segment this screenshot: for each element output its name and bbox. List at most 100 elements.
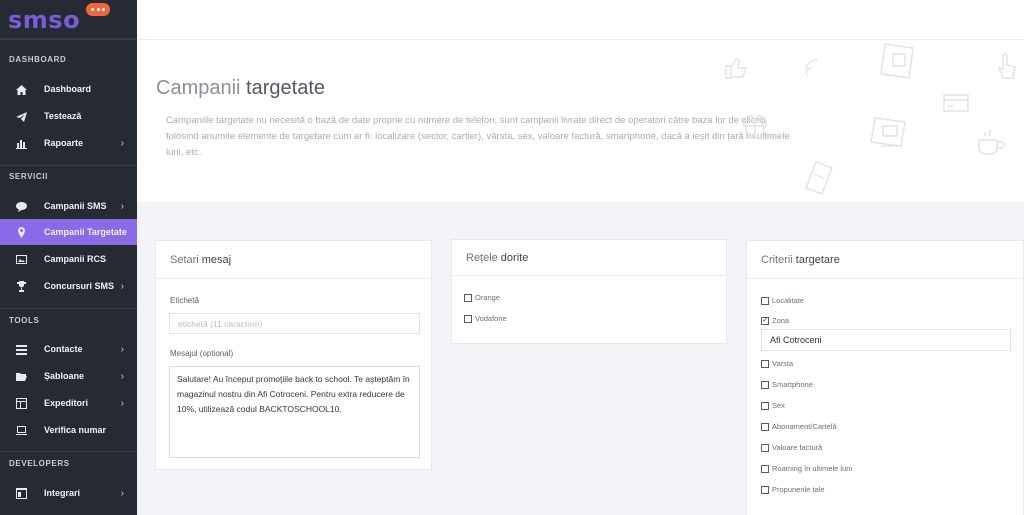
criteria-option-label: Smartphone: [772, 380, 813, 389]
tablet-touch-icon: [880, 43, 914, 79]
sidebar-item-label: Campanii Targetate: [44, 227, 127, 237]
sidebar-item-contacte[interactable]: Contacte ›: [0, 336, 137, 362]
sidebar-divider: [0, 39, 137, 40]
speech-bubble-icon: [14, 199, 28, 213]
criteria-option-label: Zona: [772, 316, 790, 325]
checkbox[interactable]: ✓: [761, 316, 769, 325]
home-icon: [14, 82, 28, 96]
map-pin-icon: [14, 225, 28, 239]
wifi-icon: [805, 59, 818, 77]
mobile-phone-icon: [805, 161, 833, 195]
credit-card-icon: [943, 94, 969, 112]
criteria-option-label: Sex: [772, 401, 785, 410]
chevron-right-icon: ›: [120, 137, 124, 149]
checkbox[interactable]: [761, 422, 769, 431]
sidebar-item-expeditori[interactable]: Expeditori ›: [0, 390, 137, 416]
criteria-option-label: Varsta: [772, 359, 794, 368]
page-title: Campanii targetate: [156, 77, 325, 99]
sidebar-divider: [0, 308, 137, 309]
chevron-right-icon: ›: [120, 343, 124, 355]
criteria-option[interactable]: Abonament/Cartelă: [761, 422, 837, 431]
sidebar-section-title: DASHBOARD: [9, 55, 67, 64]
criteria-option[interactable]: Valoare factură: [761, 443, 822, 452]
sidebar-item-rapoarte[interactable]: Rapoarte ›: [0, 130, 137, 156]
network-option[interactable]: Vodafone: [464, 314, 507, 323]
message-text: Salutare! Au început promoțiile back to …: [177, 374, 410, 414]
sidebar: smso DASHBOARD SERVICII TOOLS DEVELOPERS Das…: [0, 0, 137, 515]
chevron-right-icon: ›: [120, 280, 124, 292]
thumbs-up-icon: [725, 58, 747, 79]
sidebar-item-integrari[interactable]: Integrari ›: [0, 480, 137, 506]
image-icon: [14, 252, 28, 266]
label-input[interactable]: etichetă (11 caractere): [169, 313, 420, 334]
sidebar-item-label: Șabloane: [44, 371, 85, 381]
checkbox[interactable]: [464, 314, 472, 323]
monitor-icon: [870, 117, 906, 147]
criteria-option[interactable]: Propunerile tale: [761, 485, 825, 494]
checkbox[interactable]: [761, 443, 769, 452]
criteria-option-label: Valoare factură: [772, 443, 823, 452]
targeting-criteria-card: Criterii targetare Localitate ✓ Zona Varsta S…: [746, 240, 1024, 515]
criteria-option[interactable]: Roaming în ultimele luni: [761, 464, 852, 473]
sidebar-item-label: Verifica numar: [44, 425, 107, 435]
sidebar-divider: [0, 451, 137, 452]
paper-plane-icon: [14, 109, 28, 123]
chevron-right-icon: ›: [120, 370, 124, 382]
card-title: Criterii targetare: [747, 241, 1023, 279]
message-textarea[interactable]: Salutare! Au început promoțiile back to …: [169, 366, 420, 458]
sidebar-item-concursuri-sms[interactable]: Concursuri SMS ›: [0, 273, 137, 299]
trophy-icon: [14, 279, 28, 293]
coffee-cup-icon: [978, 130, 1005, 155]
sidebar-item-testeaza[interactable]: Testează: [0, 103, 137, 129]
message-settings-card: Setari mesaj Etichetă etichetă (11 caract…: [155, 240, 432, 470]
sidebar-item-sabloane[interactable]: Șabloane ›: [0, 363, 137, 389]
hero-banner: Campanii targetate Campaniile targetate …: [137, 40, 1024, 202]
criteria-option[interactable]: Smartphone: [761, 380, 813, 389]
sidebar-item-label: Testează: [44, 111, 82, 121]
folder-open-icon: [14, 369, 28, 383]
network-option-label: Orange: [475, 293, 501, 302]
logo[interactable]: smso: [0, 0, 137, 39]
sidebar-item-label: Campanii SMS: [44, 201, 107, 211]
sidebar-item-label: Expeditori: [44, 398, 89, 408]
checkbox[interactable]: [761, 359, 769, 368]
page-description: Campaniile targetate nu necesită o bază …: [166, 115, 790, 158]
sidebar-item-campanii-rcs[interactable]: Campanii RCS: [0, 246, 137, 272]
checkbox[interactable]: [464, 293, 472, 302]
sidebar-item-label: Concursuri SMS: [44, 281, 115, 291]
sidebar-item-label: Campanii RCS: [44, 254, 107, 264]
sidebar-section-title: TOOLS: [9, 316, 40, 325]
card-title: Setari mesaj: [156, 241, 431, 279]
sidebar-item-dashboard[interactable]: Dashboard: [0, 76, 137, 102]
networks-card: Rețele dorite Orange Vodafone: [451, 239, 727, 344]
criteria-option[interactable]: Localitate: [761, 296, 804, 305]
criteria-option-label: Localitate: [772, 296, 805, 305]
label-field-label: Etichetă: [170, 296, 199, 305]
checkbox[interactable]: [761, 464, 769, 473]
chevron-right-icon: ›: [120, 487, 124, 499]
checkbox[interactable]: [761, 380, 769, 389]
card-title: Rețele dorite: [452, 240, 726, 276]
window-icon: [14, 486, 28, 500]
sidebar-section-title: SERVICII: [9, 172, 48, 181]
message-field-label: Mesajul (optional): [170, 349, 234, 358]
checkbox[interactable]: [761, 296, 769, 305]
sidebar-item-campanii-sms[interactable]: Campanii SMS ›: [0, 193, 137, 219]
checkbox[interactable]: [761, 485, 769, 494]
criteria-option[interactable]: ✓ Zona: [761, 316, 789, 325]
sidebar-divider: [0, 165, 137, 166]
criteria-option[interactable]: Varsta: [761, 359, 793, 368]
sidebar-item-campanii-targetate[interactable]: Campanii Targetate: [0, 219, 137, 245]
zona-input[interactable]: Afi Cotroceni: [761, 329, 1011, 351]
logo-text: smso: [8, 6, 81, 34]
gift-icon: [743, 115, 767, 139]
sidebar-item-label: Contacte: [44, 344, 83, 354]
sidebar-item-label: Dashboard: [44, 84, 92, 94]
chevron-right-icon: ›: [120, 397, 124, 409]
sidebar-item-verifica-numar[interactable]: Verifica numar: [0, 417, 137, 443]
criteria-option[interactable]: Sex: [761, 401, 785, 410]
sidebar-item-label: Rapoarte: [44, 138, 84, 148]
chevron-right-icon: ›: [120, 200, 124, 212]
checkbox[interactable]: [761, 401, 769, 410]
network-option[interactable]: Orange: [464, 293, 500, 302]
